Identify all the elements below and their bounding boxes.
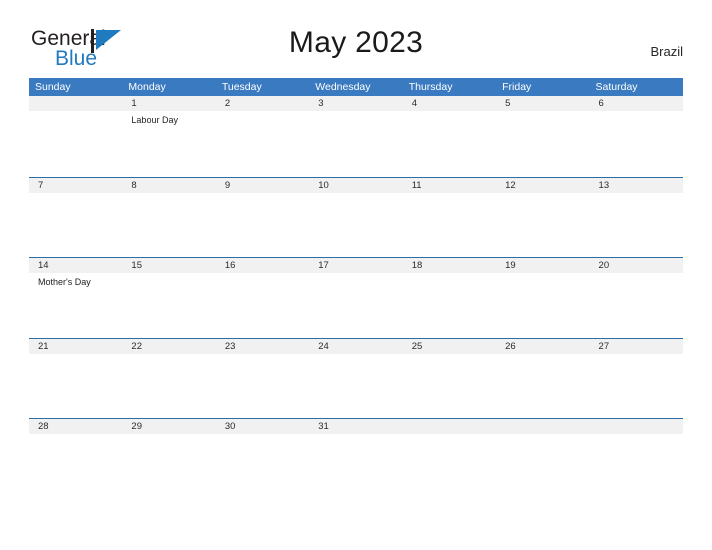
date-number-band: 7 8 9 10 11 12 13 [29,177,683,193]
event-band [29,354,683,357]
date-number-band: 28 29 30 31 [29,419,683,434]
day-event-empty [309,276,402,288]
day-cell-date[interactable]: 23 [216,339,309,354]
day-cell-date[interactable]: 25 [403,339,496,354]
day-cell-date[interactable]: 13 [590,178,683,193]
day-of-week-thursday: Thursday [408,81,453,93]
day-event-empty [216,276,309,288]
day-of-week-monday: Monday [128,81,166,93]
day-of-week-saturday: Saturday [595,81,638,93]
day-cell-date[interactable]: 29 [122,419,215,434]
day-cell-date[interactable]: 10 [309,178,402,193]
day-of-week-header: Sunday Monday Tuesday Wednesday Thursday Frid… [29,78,683,96]
day-cell-date[interactable]: 12 [496,178,589,193]
day-cell-date[interactable]: 22 [122,339,215,354]
week-row: 1 2 3 4 5 6 Labour Day [29,96,683,177]
week-row: 28 29 30 31 [29,418,683,499]
calendar-weeks: 1 2 3 4 5 6 Labour Day 7 8 9 10 11 12 13 14 15 16 17 18 19 2… [29,96,683,499]
day-cell-date[interactable]: 15 [122,258,215,273]
day-of-week-sunday: Sunday [35,81,71,93]
day-cell-date[interactable]: 26 [496,339,589,354]
day-event-empty [309,114,402,126]
day-event-empty [216,114,309,126]
day-cell-date[interactable]: 28 [29,419,122,434]
region-label: Brazil [650,44,683,59]
day-event-empty [590,114,683,126]
day-of-week-wednesday: Wednesday [315,81,371,93]
day-cell-date[interactable]: 9 [216,178,309,193]
day-cell-date[interactable]: 14 [29,258,122,273]
day-event-empty [122,276,215,288]
day-cell-date[interactable]: 4 [403,96,496,111]
day-of-week-friday: Friday [502,81,532,93]
day-cell-date[interactable]: 8 [122,178,215,193]
date-number-band: 14 15 16 17 18 19 20 [29,258,683,273]
day-cell-date[interactable]: 19 [496,258,589,273]
day-cell-date[interactable]: 1 [122,96,215,111]
date-number-band: 123456 [29,96,683,111]
date-number-band: 21 22 23 24 25 26 27 [29,338,683,354]
day-cell-date[interactable]: 31 [309,419,402,434]
page-header: General Blue May 2023 Brazil [0,0,712,78]
day-cell-date[interactable]: 30 [216,419,309,434]
day-cell-date[interactable]: 16 [216,258,309,273]
day-event-label: Mother's Day [38,277,91,287]
week-row: 14 15 16 17 18 19 20 Mother's Day [29,257,683,338]
day-cell-date[interactable]: 5 [496,96,589,111]
day-cell-date[interactable]: 11 [403,178,496,193]
day-of-week-tuesday: Tuesday [221,81,262,93]
day-event-empty [403,276,496,288]
day-event-empty [403,114,496,126]
day-cell-date[interactable]: 2 [216,96,309,111]
day-cell-date[interactable]: 21 [29,339,122,354]
event-band [29,193,683,196]
day-event-empty [590,276,683,288]
page-title: May 2023 [288,26,424,59]
calendar-grid: Sunday Monday Tuesday Wednesday Thursday Frid… [29,78,683,499]
day-cell-date[interactable]: 17 [309,258,402,273]
day-event-label: Labour Day [131,115,178,125]
day-cell-date[interactable]: 3 [309,96,402,111]
day-cell-empty [590,419,683,434]
event-band [29,434,683,437]
day-cell-empty [403,419,496,434]
day-cell-empty [29,96,122,111]
day-event-empty [29,114,122,126]
week-row: 7 8 9 10 11 12 13 [29,176,683,258]
day-cell-empty [496,419,589,434]
day-cell-date[interactable]: 18 [403,258,496,273]
day-cell-date[interactable]: 24 [309,339,402,354]
day-event-empty [496,114,589,126]
day-cell-date[interactable]: 27 [590,339,683,354]
day-event-empty [496,276,589,288]
week-row: 21 22 23 24 25 26 27 [29,337,683,419]
event-band: Mother's Day [29,273,683,288]
event-band: Labour Day [29,111,683,126]
day-cell-date[interactable]: 6 [590,96,683,111]
day-cell-date[interactable]: 7 [29,178,122,193]
day-cell-date[interactable]: 20 [590,258,683,273]
calendar-page: General Blue May 2023 Brazil Sunday Monda… [0,0,712,550]
